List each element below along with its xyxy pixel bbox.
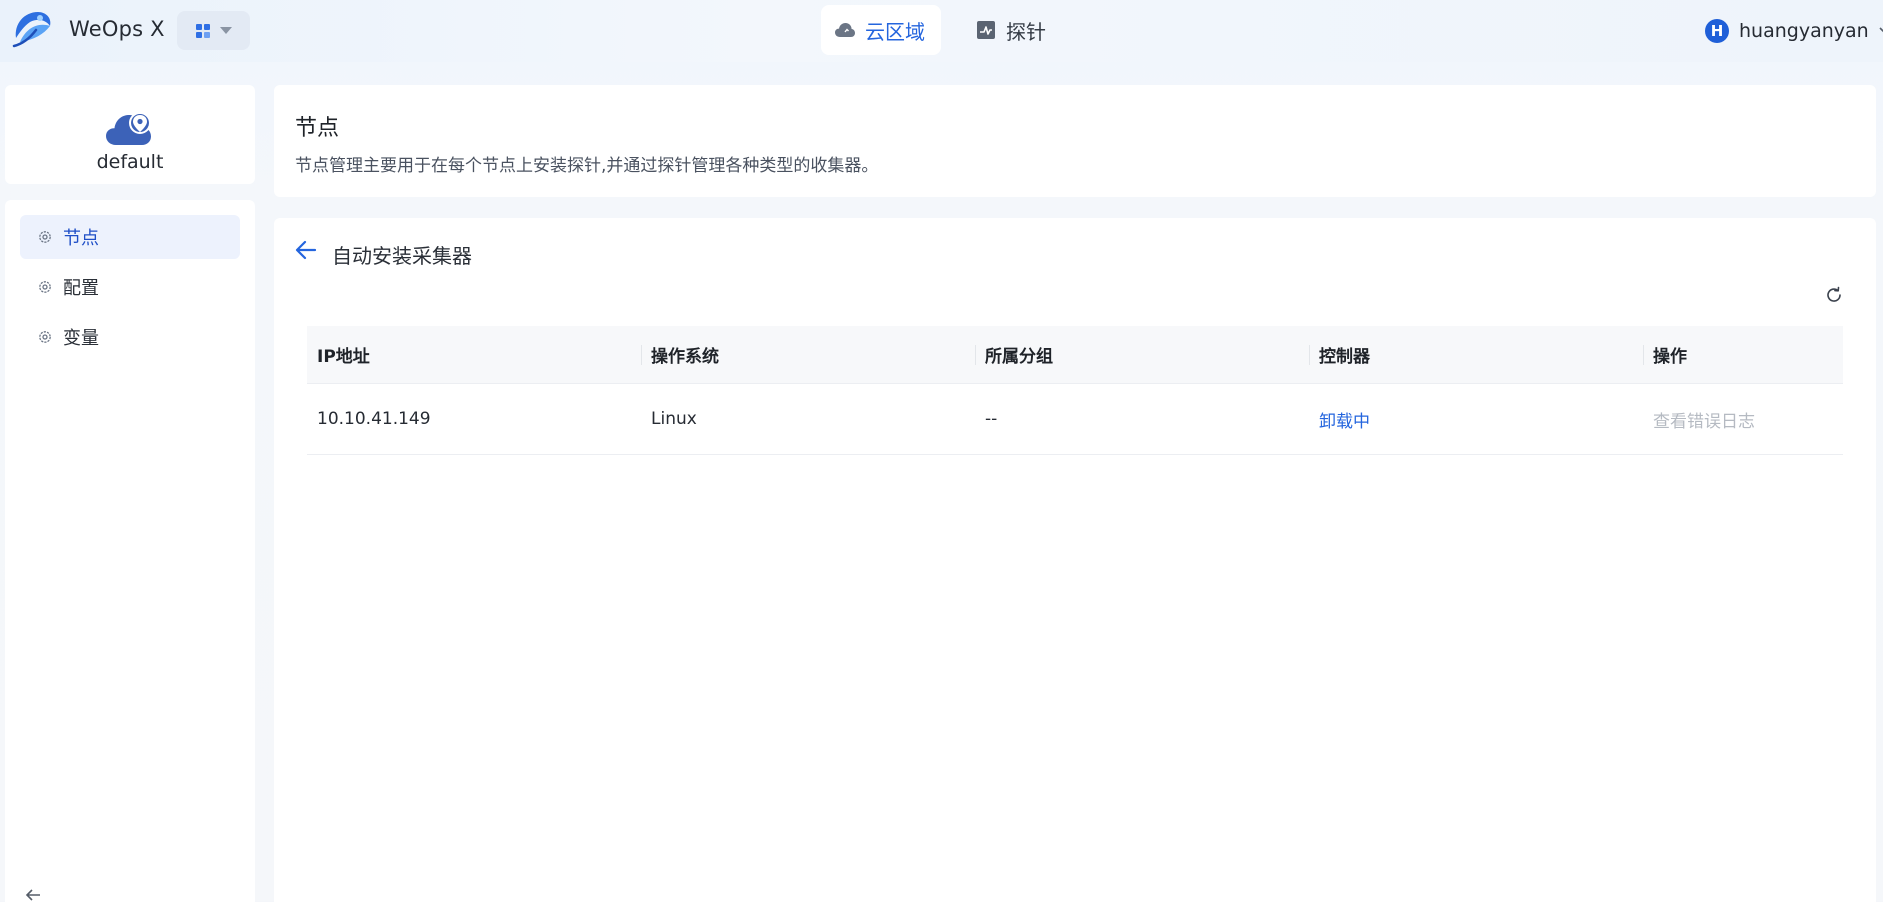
cloud-icon: [835, 23, 855, 37]
intro-card: 节点 节点管理主要用于在每个节点上安装探针,并通过探针管理各种类型的收集器。: [274, 85, 1876, 197]
tab-probe[interactable]: 探针: [962, 5, 1082, 55]
sidebar-header: default: [5, 85, 255, 184]
brand-name: WeOps X: [69, 17, 165, 41]
weops-logo-icon[interactable]: [10, 8, 54, 50]
column-header-os: 操作系统: [641, 326, 975, 384]
sidebar-item-label: 配置: [63, 278, 99, 299]
column-header-group: 所属分组: [975, 326, 1309, 384]
cell-group: --: [985, 409, 998, 429]
top-header: WeOps X 云区域 探针 H huangyanyan: [0, 0, 1883, 62]
sidebar-title: default: [96, 151, 164, 173]
app-grid-icon: [195, 23, 210, 38]
refresh-icon[interactable]: [1825, 286, 1843, 304]
app-switcher-button[interactable]: [177, 11, 250, 50]
section-title: 自动安装采集器: [332, 244, 472, 268]
page-description: 节点管理主要用于在每个节点上安装探针,并通过探针管理各种类型的收集器。: [295, 156, 879, 176]
user-menu[interactable]: H huangyanyan: [1705, 16, 1883, 46]
sidebar-menu: 节点 配置 变量: [5, 200, 255, 902]
tab-cloud-region[interactable]: 云区域: [821, 5, 941, 55]
collapse-sidebar-icon[interactable]: [24, 888, 42, 902]
back-arrow-icon[interactable]: [295, 240, 317, 260]
gear-icon: [39, 331, 51, 343]
gear-icon: [39, 281, 51, 293]
tab-probe-label: 探针: [1006, 19, 1046, 44]
controller-status-link[interactable]: 卸载中: [1309, 407, 1643, 432]
main-card: 自动安装采集器 IP地址 操作系统 所属分组 控制器 操作 10.10.41.1…: [274, 218, 1876, 902]
sidebar-item-label: 节点: [63, 228, 99, 249]
column-header-action: 操作: [1643, 326, 1843, 384]
sidebar-item-label: 变量: [63, 328, 99, 349]
chevron-down-icon: [1879, 27, 1883, 33]
probe-icon: [977, 21, 995, 39]
table-header: IP地址 操作系统 所属分组 控制器 操作: [307, 326, 1843, 384]
collector-table: IP地址 操作系统 所属分组 控制器 操作 10.10.41.149 Linux…: [307, 326, 1843, 455]
chevron-down-icon: [219, 27, 232, 34]
gear-icon: [39, 231, 51, 243]
sidebar-item-nodes[interactable]: 节点: [20, 215, 240, 259]
column-header-controller: 控制器: [1309, 326, 1643, 384]
cloud-location-icon: [106, 112, 151, 145]
cell-os: Linux: [651, 409, 697, 429]
cell-ip: 10.10.41.149: [317, 409, 431, 429]
sidebar-item-variables[interactable]: 变量: [20, 315, 240, 359]
page-title: 节点: [295, 116, 340, 141]
username: huangyanyan: [1739, 20, 1869, 42]
tab-cloud-region-label: 云区域: [865, 19, 925, 44]
avatar: H: [1705, 19, 1729, 43]
sidebar-item-config[interactable]: 配置: [20, 265, 240, 309]
table-row: 10.10.41.149 Linux -- 卸载中 查看错误日志: [307, 384, 1843, 455]
view-error-log-link[interactable]: 查看错误日志: [1643, 407, 1843, 432]
column-header-ip: IP地址: [317, 347, 370, 367]
